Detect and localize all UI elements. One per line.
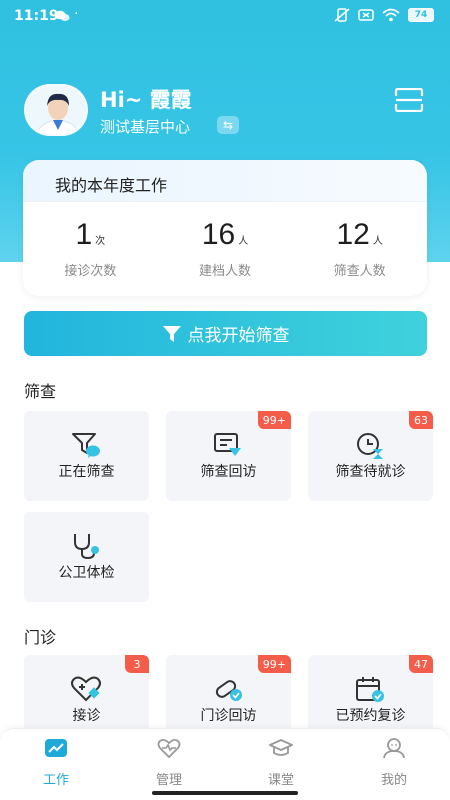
greeting: Hi~ 霞霞 (100, 88, 192, 112)
scan-icon[interactable] (394, 88, 424, 112)
nav-tab-class[interactable]: 课堂 (241, 737, 321, 788)
start-screening-button[interactable]: 点我开始筛查 (24, 311, 427, 356)
stat-unit: 人 (372, 236, 383, 247)
tile-label: 门诊回访 (200, 708, 257, 724)
start-screening-label: 点我开始筛查 (187, 326, 290, 346)
heart-pulse-icon (157, 738, 181, 759)
funnel-icon (162, 325, 181, 342)
stat-value: 1 (75, 218, 93, 251)
nav-tab-mine[interactable]: 我的 (354, 737, 434, 788)
nav-label: 我的 (380, 773, 407, 788)
stat-label: 接诊次数 (64, 264, 117, 279)
calendar-check-icon (356, 677, 384, 702)
annual-work-title: 我的本年度工作 (55, 176, 168, 195)
swap-icon: ⇆ (222, 118, 234, 132)
no-sim-icon (358, 9, 374, 21)
center-name: 测试基层中心 (100, 118, 191, 136)
chart-icon (45, 739, 67, 757)
doctor-avatar-icon (26, 86, 86, 134)
nav-label: 管理 (155, 773, 182, 788)
wechat-icon (54, 10, 70, 21)
message-followup-icon (214, 433, 241, 456)
stethoscope-icon (74, 534, 99, 560)
avatar[interactable] (24, 84, 88, 136)
wifi-icon (382, 8, 400, 22)
nav-label: 课堂 (267, 773, 294, 788)
badge: 3 (125, 655, 149, 673)
tile-label: 公卫体检 (58, 565, 115, 581)
tile-label: 已预约复诊 (335, 708, 406, 724)
stat-unit: 次 (95, 236, 106, 247)
section-title-clinic: 门诊 (24, 628, 57, 647)
tile-label: 正在筛查 (58, 464, 115, 480)
badge: 99+ (257, 411, 291, 429)
stat-label: 筛查人数 (333, 264, 386, 279)
badge: 47 (409, 655, 433, 673)
status-dot: · (74, 6, 79, 22)
battery-icon: 74 (408, 8, 434, 22)
switch-center-button[interactable]: ⇆ (217, 116, 239, 134)
badge: 63 (409, 411, 433, 429)
annual-work-card: 我的本年度工作 1 次 接诊次数 16 人 建档人数 12 人 筛查人数 (23, 160, 427, 296)
tile-screening-pending-visit[interactable]: 筛查待就诊 63 (308, 411, 433, 501)
nav-tab-manage[interactable]: 管理 (129, 737, 209, 788)
tile-label: 筛查待就诊 (335, 464, 406, 480)
stat-label: 建档人数 (199, 264, 252, 279)
status-time: 11:19 (14, 8, 59, 24)
heart-plus-icon (71, 676, 101, 702)
stat-screenings[interactable]: 12 人 筛查人数 (292, 218, 427, 279)
badge: 99+ (257, 655, 291, 673)
stat-visits[interactable]: 1 次 接诊次数 (23, 218, 158, 279)
status-bar: 11:19 · 74 (0, 0, 450, 34)
tile-label: 筛查回访 (200, 464, 257, 480)
annual-stats: 1 次 接诊次数 16 人 建档人数 12 人 筛查人数 (23, 218, 427, 279)
nav-label: 工作 (42, 773, 69, 788)
funnel-chat-icon (72, 433, 100, 458)
tile-screening-in-progress[interactable]: 正在筛查 (24, 411, 149, 501)
tile-public-health-exam[interactable]: 公卫体检 (24, 512, 149, 602)
vibrate-mute-icon (334, 8, 350, 22)
user-icon (383, 738, 405, 759)
home-indicator (152, 791, 298, 795)
tile-label: 接诊 (72, 708, 101, 724)
bottom-nav: 工作 管理 课堂 我的 (0, 728, 450, 800)
status-indicators: 74 (334, 8, 434, 22)
stat-records[interactable]: 16 人 建档人数 (158, 218, 293, 279)
clock-pending-icon (357, 433, 383, 459)
tile-screening-followup[interactable]: 筛查回访 99+ (166, 411, 291, 501)
nav-tab-work[interactable]: 工作 (16, 737, 96, 788)
section-title-screening: 筛查 (24, 382, 57, 401)
graduation-cap-icon (269, 739, 293, 756)
stat-value: 12 (336, 218, 370, 251)
stat-unit: 人 (238, 236, 249, 247)
pill-followup-icon (215, 680, 242, 701)
stat-value: 16 (201, 218, 236, 251)
